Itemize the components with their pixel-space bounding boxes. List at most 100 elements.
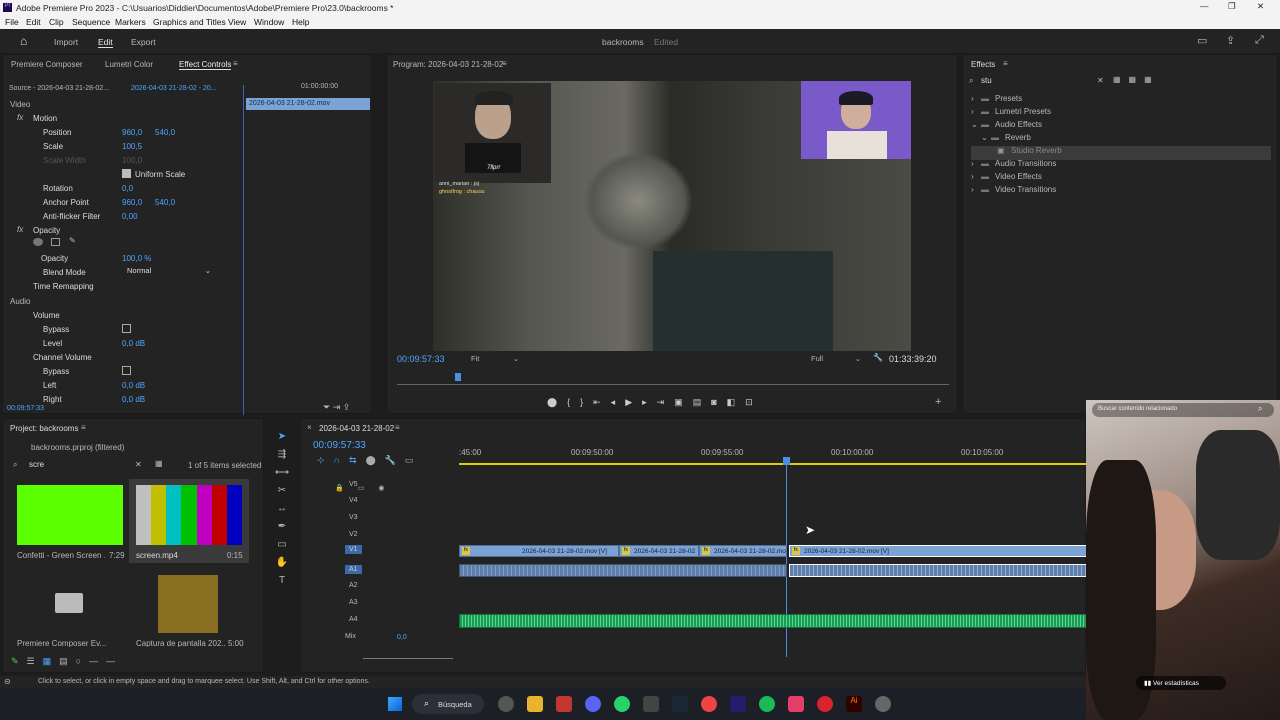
tiktok-icon[interactable] xyxy=(788,696,804,712)
marker-icon[interactable]: ⬤ xyxy=(547,397,567,407)
file-explorer-icon[interactable] xyxy=(527,696,543,712)
menu-view[interactable]: View xyxy=(228,17,246,27)
tab-import[interactable]: Import xyxy=(54,37,78,47)
hand-tool-icon[interactable]: ✋ xyxy=(272,554,292,572)
razor-tool-icon[interactable]: ✂ xyxy=(272,482,292,500)
music-audio-clip[interactable] xyxy=(459,614,1087,628)
video-clip[interactable]: fx 2026-04-03 21-28-02.mov [V] xyxy=(459,545,619,557)
tab-premiere-composer[interactable]: Premiere Composer xyxy=(11,60,83,69)
pen-mask-icon[interactable]: ✎ xyxy=(69,236,76,245)
camera-icon[interactable]: ◙ xyxy=(711,397,726,407)
menu-help[interactable]: Help xyxy=(292,17,309,27)
filter-icon[interactable]: ⏷ ⇥ ⇪ xyxy=(323,402,350,413)
rectangle-tool-icon[interactable]: ▭ xyxy=(272,536,292,554)
mark-out-icon[interactable]: } xyxy=(580,397,593,407)
menu-markers[interactable]: Markers xyxy=(115,17,146,27)
app-icon-1[interactable] xyxy=(498,696,514,712)
captions-icon[interactable]: ▭ xyxy=(405,455,423,465)
rotation-value[interactable]: 0,0 xyxy=(122,184,133,193)
effects-search-input[interactable]: stu xyxy=(981,76,1105,87)
settings-wrench-icon[interactable]: 🔧 xyxy=(385,455,405,465)
antiflicker-value[interactable]: 0,00 xyxy=(122,212,138,221)
selection-tool-icon[interactable]: ➤ xyxy=(272,428,292,446)
view-stats-button[interactable]: ▮▮ Ver estadísticas xyxy=(1136,676,1226,690)
clear-icon[interactable]: ✕ xyxy=(135,460,142,469)
playhead-marker[interactable] xyxy=(454,373,461,381)
level-value[interactable]: 0,0 dB xyxy=(122,339,145,348)
windows-start-icon[interactable] xyxy=(388,697,402,711)
quick-export-icon[interactable]: ▭ xyxy=(1197,34,1207,47)
tree-item-audio-effects[interactable]: ⌄ ▬ Audio Effects xyxy=(971,120,1271,134)
resolution-select[interactable]: Full ⌄ xyxy=(811,354,861,363)
zoom-slider[interactable]: ○—— xyxy=(76,656,123,666)
safe-margins-icon[interactable]: ⊡ xyxy=(745,397,763,407)
filter-icons[interactable]: ▦▦▦ xyxy=(1113,75,1160,84)
scrub-bar[interactable] xyxy=(397,384,949,385)
uniform-scale-checkbox[interactable] xyxy=(122,169,131,178)
slip-tool-icon[interactable]: ↔ xyxy=(272,500,292,518)
mark-in-icon[interactable]: { xyxy=(567,397,580,407)
effect-controls-timecode[interactable]: 00:09:57:33 xyxy=(7,405,44,412)
step-forward-icon[interactable]: ▸ xyxy=(642,397,657,407)
audio-clip-selected[interactable] xyxy=(789,564,1087,577)
tree-item-presets[interactable]: › ▬ Presets xyxy=(971,94,1271,108)
track-icons[interactable]: 🔒▭◉ xyxy=(335,481,415,498)
right-value[interactable]: 0,0 dB xyxy=(122,395,145,404)
menu-clip[interactable]: Clip xyxy=(49,17,64,27)
discord-icon[interactable] xyxy=(585,696,601,712)
clear-icon[interactable]: ✕ xyxy=(1097,76,1104,85)
panel-menu-icon[interactable]: ≡ xyxy=(233,59,238,68)
tab-edit[interactable]: Edit xyxy=(98,37,113,48)
icon-view-icon[interactable]: ▦ xyxy=(43,656,60,666)
tree-item-studio-reverb[interactable]: ▣ Studio Reverb xyxy=(971,146,1271,160)
bypass-checkbox-2[interactable] xyxy=(122,366,131,375)
timeline-timecode[interactable]: 00:09:57:33 xyxy=(313,440,366,451)
go-to-out-icon[interactable]: ⇥ xyxy=(657,397,675,407)
track-label-v1[interactable]: V1 xyxy=(345,545,362,554)
illustrator-icon[interactable]: Ai xyxy=(846,696,862,712)
menu-file[interactable]: File xyxy=(5,17,19,27)
thumbnail-color-bars[interactable] xyxy=(136,485,242,545)
ripple-tool-icon[interactable]: ⟷ xyxy=(272,464,292,482)
tree-item-video-effects[interactable]: › ▬ Video Effects xyxy=(971,172,1271,186)
tree-item-reverb[interactable]: ⌄ ▬ Reverb xyxy=(971,133,1271,147)
track-select-tool-icon[interactable]: ⇶ xyxy=(272,446,292,464)
tab-export[interactable]: Export xyxy=(131,37,156,47)
tab-lumetri-color[interactable]: Lumetri Color xyxy=(105,60,153,69)
app-icon-6[interactable] xyxy=(643,696,659,712)
thumbnail-screenshot[interactable] xyxy=(158,575,218,633)
menu-sequence[interactable]: Sequence xyxy=(72,17,110,27)
minimize-icon[interactable]: — xyxy=(1200,1,1209,11)
extract-icon[interactable]: ▤ xyxy=(693,397,712,407)
position-y-value[interactable]: 540,0 xyxy=(155,128,175,137)
chrome-icon[interactable] xyxy=(701,696,717,712)
freeform-view-icon[interactable]: ▤ xyxy=(59,656,76,666)
snap-icon[interactable]: ∩ xyxy=(334,455,349,465)
anchor-x-value[interactable]: 960,0 xyxy=(122,198,142,207)
close-icon[interactable]: × xyxy=(307,423,312,432)
taskbar-search[interactable]: ⌕ Búsqueda xyxy=(412,694,484,714)
fullscreen-icon[interactable]: ⤢ xyxy=(1255,34,1264,47)
timeline-ruler[interactable]: :45:00 00:09:50:00 00:09:55:00 00:10:00:… xyxy=(459,440,1087,460)
menu-window[interactable]: Window xyxy=(254,17,284,27)
step-back-icon[interactable]: ◂ xyxy=(611,397,626,407)
type-tool-icon[interactable]: T xyxy=(272,572,292,590)
left-value[interactable]: 0,0 dB xyxy=(122,381,145,390)
anchor-y-value[interactable]: 540,0 xyxy=(155,198,175,207)
video-frame[interactable]: 7llprr anni_mariari : jsj ghostfrog : ch… xyxy=(433,81,911,351)
tree-item-lumetri[interactable]: › ▬ Lumetri Presets xyxy=(971,107,1271,121)
video-clip-selected[interactable]: fx 2026-04-03 21-28-02.mov [V] xyxy=(789,545,1087,557)
menu-graphics[interactable]: Graphics and Titles xyxy=(153,17,226,27)
clip-bar[interactable]: 2026-04-03 21-28-02.mov xyxy=(246,98,370,110)
video-clip[interactable]: fx 2026-04-03 21-28-02 xyxy=(619,545,699,557)
linked-selection-icon[interactable]: ⇆ xyxy=(349,455,366,465)
pen-tool-icon[interactable]: ✒ xyxy=(272,518,292,536)
program-timecode[interactable]: 00:09:57:33 xyxy=(397,354,445,364)
play-icon[interactable]: ▶ xyxy=(625,397,642,407)
wrench-icon[interactable]: 🔧 xyxy=(873,353,883,362)
audio-clip[interactable] xyxy=(459,564,787,577)
scale-value[interactable]: 100,5 xyxy=(122,142,142,151)
position-x-value[interactable]: 960,0 xyxy=(122,128,142,137)
new-bin-icon[interactable]: ▦ xyxy=(155,459,163,468)
add-button-icon[interactable]: + xyxy=(935,396,941,408)
